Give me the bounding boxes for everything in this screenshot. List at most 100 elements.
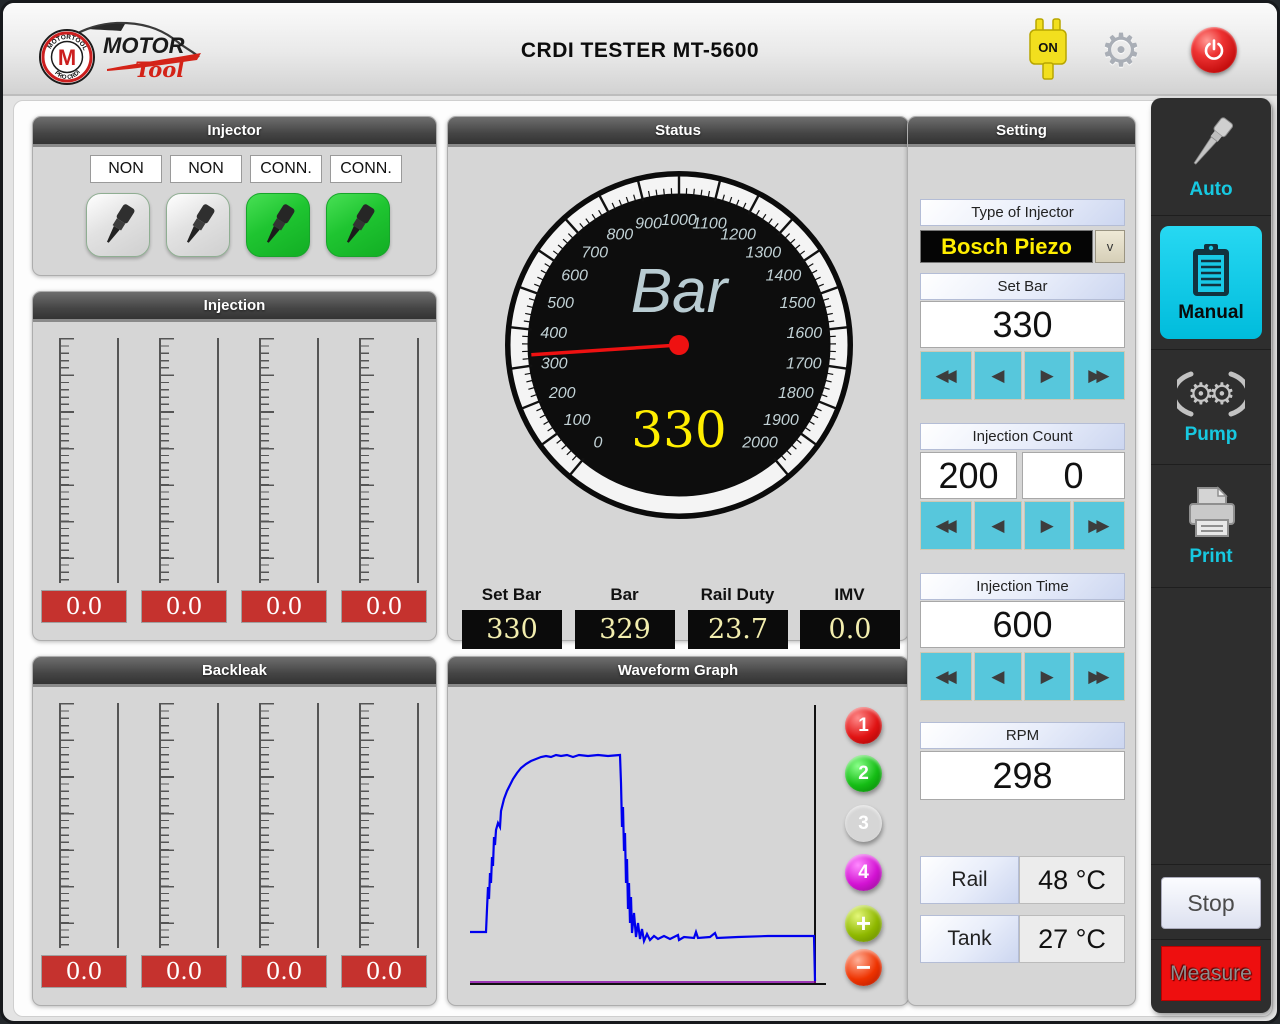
injector4-status: CONN. (330, 155, 402, 183)
set-bar-steppers: ◀◀ ◀ ▶ ▶▶ (920, 351, 1125, 400)
backleak-scale-3: 0.0 (233, 687, 333, 1005)
injector1-button[interactable] (86, 193, 150, 257)
injector-type-value[interactable]: Bosch Piezo (920, 230, 1093, 263)
rail-temp-label: Rail (920, 856, 1019, 904)
svg-text:600: 600 (561, 268, 588, 285)
svg-text:900: 900 (635, 216, 662, 233)
setbar-fast-decrease-button[interactable]: ◀◀ (920, 351, 972, 400)
sidebar-item-auto[interactable]: Auto (1151, 98, 1271, 216)
svg-text:300: 300 (541, 356, 568, 373)
sidebar-item-manual[interactable]: Manual (1151, 216, 1271, 350)
injection-panel-title: Injection (33, 292, 436, 322)
waveform-panel: Waveform Graph 1 2 3 4 + − (447, 656, 909, 1006)
set-bar-value: 330 (920, 301, 1125, 348)
time-decrease-button[interactable]: ◀ (974, 652, 1021, 701)
manual-active-highlight: Manual (1160, 226, 1262, 339)
svg-text:400: 400 (540, 325, 567, 342)
main-area: Injector NON NON CONN. CONN. Injection 0… (13, 100, 1273, 1017)
channel-2-button[interactable]: 2 (845, 755, 882, 792)
svg-text:200: 200 (548, 385, 576, 402)
channel-3-button[interactable]: 3 (845, 805, 882, 842)
setting-panel-title: Setting (908, 117, 1135, 147)
power-icon (1191, 27, 1237, 73)
svg-text:1700: 1700 (786, 356, 822, 373)
tank-temp-label: Tank (920, 915, 1019, 963)
backleak-scale-1: 0.0 (33, 687, 133, 1005)
exit-button[interactable] (1185, 3, 1243, 96)
injection-value-4: 0.0 (341, 590, 427, 623)
manual-clipboard-icon (1188, 242, 1234, 300)
connection-toggle[interactable]: ON (1015, 3, 1081, 96)
backleak-panel-title: Backleak (33, 657, 436, 687)
set-bar-label: Set Bar (920, 273, 1125, 300)
backleak-value-3: 0.0 (241, 955, 327, 988)
tank-temp-value: 27 °C (1019, 915, 1125, 963)
svg-text:1400: 1400 (766, 268, 802, 285)
backleak-value-2: 0.0 (141, 955, 227, 988)
time-fast-decrease-button[interactable]: ◀◀ (920, 652, 972, 701)
setbar-fast-increase-button[interactable]: ▶▶ (1073, 351, 1125, 400)
zoom-in-button[interactable]: + (845, 905, 882, 942)
ruler-icon (59, 703, 75, 948)
sidebar-spacer (1151, 588, 1271, 864)
injection-time-label: Injection Time (920, 573, 1125, 600)
injector-panel: Injector NON NON CONN. CONN. (32, 116, 437, 276)
sidebar-item-pump[interactable]: ⚙ ⚙ Pump (1151, 350, 1271, 465)
time-increase-button[interactable]: ▶ (1024, 652, 1071, 701)
backleak-panel: Backleak 0.0 0.0 0.0 0.0 (32, 656, 437, 1006)
injector1-status: NON (90, 155, 162, 183)
injection-value-1: 0.0 (41, 590, 127, 623)
setbar-increase-button[interactable]: ▶ (1024, 351, 1071, 400)
svg-text:0: 0 (594, 435, 603, 452)
injection-count-current: 0 (1022, 452, 1125, 499)
sidebar: Auto Manual ⚙ ⚙ Pump (1151, 98, 1271, 1013)
injector3-status: CONN. (250, 155, 322, 183)
injector-type-dropdown-button[interactable]: v (1095, 230, 1125, 263)
measure-button[interactable]: Measure (1161, 946, 1261, 1001)
count-increase-button[interactable]: ▶ (1024, 501, 1071, 550)
count-fast-increase-button[interactable]: ▶▶ (1073, 501, 1125, 550)
svg-text:100: 100 (564, 412, 591, 429)
setbar-decrease-button[interactable]: ◀ (974, 351, 1021, 400)
app-title: CRDI TESTER MT-5600 (3, 39, 1277, 63)
injection-panel: Injection 0.0 0.0 0.0 0.0 (32, 291, 437, 641)
sidebar-print-label: Print (1189, 546, 1232, 568)
pump-gears-icon: ⚙ ⚙ (1177, 368, 1245, 420)
stop-button[interactable]: Stop (1161, 877, 1261, 929)
app-window: MOTORTOOL PRO CRDI M MOTOR Tool CRDI TES… (0, 0, 1280, 1024)
backleak-scale-4: 0.0 (333, 687, 433, 1005)
injector-panel-title: Injector (33, 117, 436, 147)
sidebar-item-print[interactable]: Print (1151, 465, 1271, 588)
injection-scale-3: 0.0 (233, 322, 333, 640)
ruler-icon (359, 338, 375, 583)
injector-icon (256, 201, 300, 249)
waveform-plot (448, 687, 908, 1005)
imv-value: 0.0 (800, 610, 900, 649)
gauge-value: 330 (631, 401, 726, 459)
count-fast-decrease-button[interactable]: ◀◀ (920, 501, 972, 550)
svg-text:⚙: ⚙ (1209, 377, 1236, 412)
injector-icon (176, 201, 220, 249)
svg-text:1500: 1500 (780, 295, 816, 312)
channel-1-button[interactable]: 1 (845, 707, 882, 744)
svg-text:1900: 1900 (763, 412, 799, 429)
ruler-icon (59, 338, 75, 583)
bar-value: 329 (575, 610, 675, 649)
auto-injector-icon (1183, 113, 1239, 175)
count-decrease-button[interactable]: ◀ (974, 501, 1021, 550)
settings-button[interactable]: ⚙ (1091, 3, 1151, 96)
injector3-button[interactable] (246, 193, 310, 257)
rail-temp-value: 48 °C (1019, 856, 1125, 904)
svg-text:1300: 1300 (746, 244, 782, 261)
injector2-button[interactable] (166, 193, 230, 257)
injection-value-3: 0.0 (241, 590, 327, 623)
ruler-icon (159, 338, 175, 583)
channel-4-button[interactable]: 4 (845, 854, 882, 891)
injector-icon (336, 201, 380, 249)
zoom-out-button[interactable]: − (845, 949, 882, 986)
injector2-status: NON (170, 155, 242, 183)
status-panel-title: Status (448, 117, 908, 147)
injector4-button[interactable] (326, 193, 390, 257)
time-fast-increase-button[interactable]: ▶▶ (1073, 652, 1125, 701)
railduty-value: 23.7 (688, 610, 788, 649)
